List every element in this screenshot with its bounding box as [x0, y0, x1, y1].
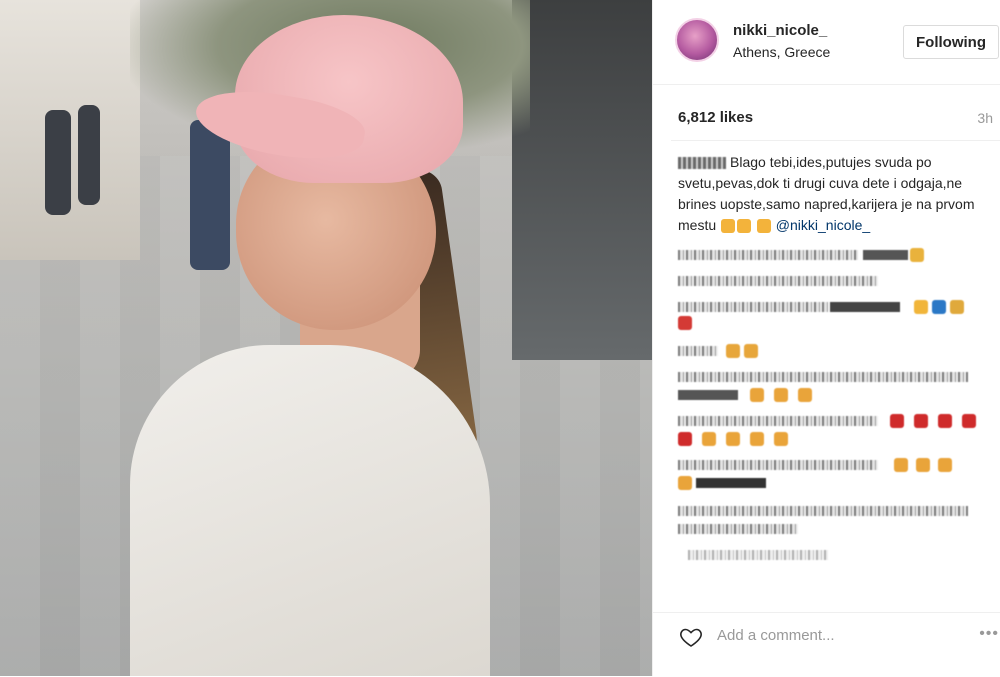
blurred-comment	[678, 388, 996, 402]
blurred-comment	[678, 414, 996, 428]
thumbs-up-icon	[756, 219, 771, 234]
post-photo[interactable]	[0, 0, 652, 676]
blurred-comment	[678, 274, 996, 288]
heart-icon[interactable]	[679, 625, 703, 649]
blurred-comment	[678, 316, 996, 330]
comment-bar: Add a comment... •••	[653, 612, 1000, 677]
blurred-comment	[678, 504, 996, 518]
caption-comment: Blago tebi,ides,putujes svuda po svetu,p…	[678, 152, 996, 236]
instagram-post-view: nikki_nicole_ Athens, Greece Following 6…	[0, 0, 1000, 676]
comments-list: Blago tebi,ides,putujes svuda po svetu,p…	[678, 152, 996, 562]
mention-link[interactable]: @nikki_nicole_	[776, 217, 870, 233]
blurred-comment	[678, 300, 996, 314]
username-link[interactable]: nikki_nicole_	[733, 22, 827, 39]
more-options-icon[interactable]: •••	[979, 625, 999, 643]
blurred-comment	[678, 458, 996, 472]
blurred-comment	[678, 248, 996, 262]
blurred-username	[678, 157, 726, 170]
thumbs-up-icon	[737, 219, 752, 234]
photo-shirt	[130, 345, 490, 676]
post-time: 3h	[977, 110, 993, 126]
thumbs-up-icon	[721, 219, 736, 234]
divider	[671, 140, 1000, 141]
location-link[interactable]: Athens, Greece	[733, 44, 830, 60]
photo-pedestrian	[45, 110, 71, 215]
blurred-comment	[678, 370, 996, 384]
photo-building-right	[512, 0, 652, 360]
avatar[interactable]	[675, 18, 719, 62]
blurred-comment	[678, 522, 996, 536]
following-button[interactable]: Following	[903, 25, 999, 59]
photo-pedestrian	[78, 105, 100, 205]
blurred-comment	[678, 548, 996, 562]
blurred-comment	[678, 344, 996, 358]
blurred-comment	[678, 432, 996, 446]
likes-count[interactable]: 6,812 likes	[678, 109, 753, 126]
add-comment-input[interactable]: Add a comment...	[717, 627, 835, 644]
post-side-panel: nikki_nicole_ Athens, Greece Following 6…	[652, 0, 1000, 676]
photo-pedestrian	[190, 120, 230, 270]
post-header: nikki_nicole_ Athens, Greece Following	[653, 0, 1000, 85]
blurred-comment	[678, 476, 996, 490]
